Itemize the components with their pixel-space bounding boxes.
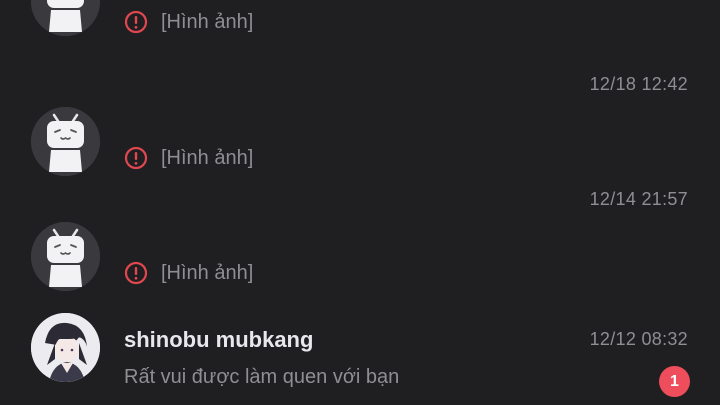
preview-text: Rất vui được làm quen với bạn [124, 366, 400, 388]
contact-name: shinobu mubkang [124, 327, 314, 352]
exclamation-circle-icon [124, 10, 148, 34]
conversation-list: [Hình ảnh] 12/18 12:42 [Hình ảnh] 12/14 … [0, 0, 720, 405]
timestamp: 12/18 12:42 [589, 74, 688, 94]
tv-mascot-icon [31, 222, 100, 291]
tv-mascot-icon [31, 0, 100, 36]
preview-text: [Hình ảnh] [161, 146, 254, 169]
avatar[interactable] [31, 0, 100, 36]
unread-badge: 1 [659, 366, 690, 397]
avatar[interactable] [31, 313, 100, 382]
message-preview: [Hình ảnh] [124, 10, 253, 34]
exclamation-circle-icon [124, 146, 148, 170]
user-photo-icon [31, 313, 100, 382]
tv-mascot-icon [31, 107, 100, 176]
message-preview: [Hình ảnh] [124, 261, 253, 285]
message-preview: Rất vui được làm quen với bạn [124, 366, 399, 389]
preview-text: [Hình ảnh] [161, 261, 254, 284]
avatar[interactable] [31, 222, 100, 291]
preview-text: [Hình ảnh] [161, 10, 254, 33]
message-preview: [Hình ảnh] [124, 146, 253, 170]
avatar[interactable] [31, 107, 100, 176]
conversation-item[interactable]: shinobu mubkang 12/12 08:32 Rất vui được… [0, 313, 720, 405]
exclamation-circle-icon [124, 261, 148, 285]
conversation-item[interactable]: 12/14 21:57 [Hình ảnh] [0, 187, 720, 302]
conversation-item[interactable]: 12/18 12:42 [Hình ảnh] [0, 72, 720, 187]
timestamp: 12/12 08:32 [589, 329, 688, 349]
timestamp: 12/14 21:57 [589, 189, 688, 209]
